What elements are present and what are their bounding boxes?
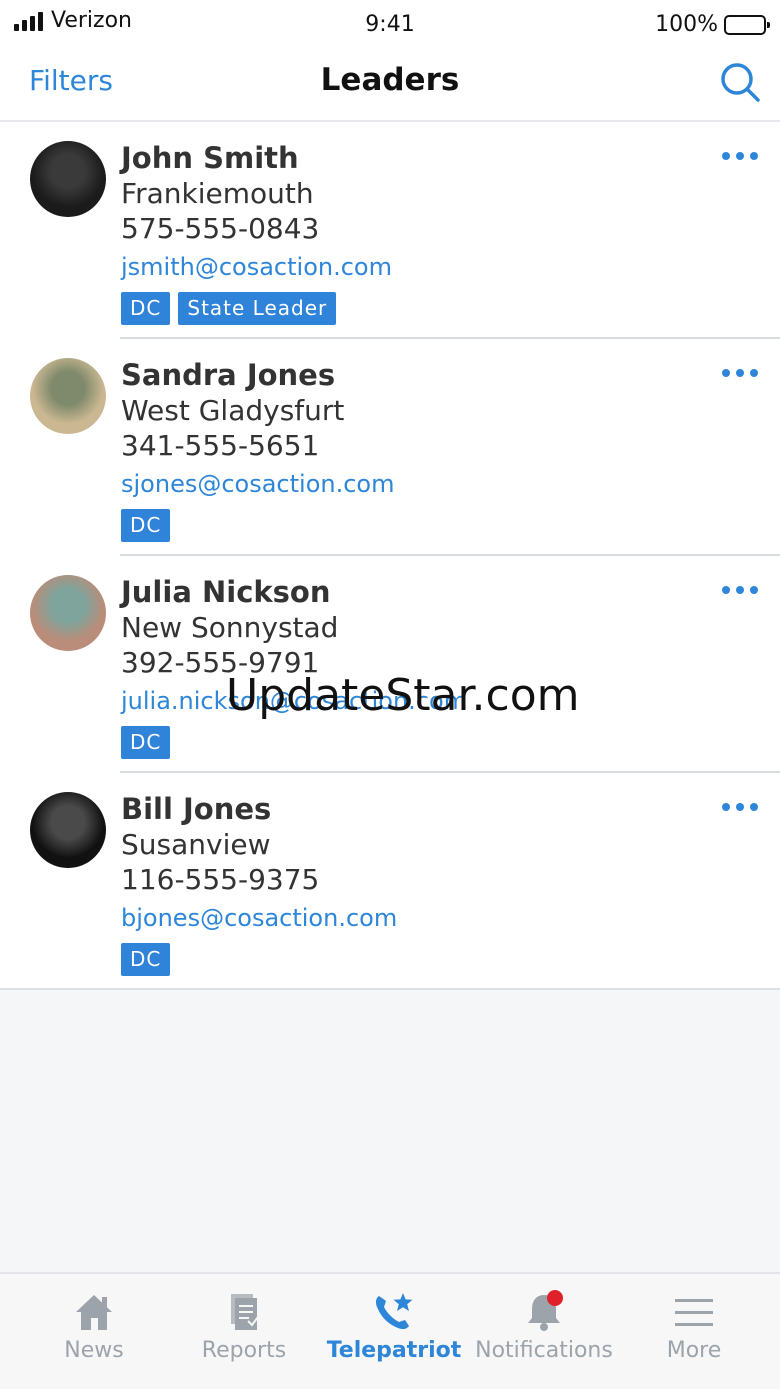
leader-name: Bill Jones [121, 792, 272, 826]
badge-group: DC [121, 943, 397, 976]
filters-button[interactable]: Filters [29, 64, 113, 97]
avatar [30, 575, 106, 651]
status-bar: Verizon 9:41 100% [0, 0, 780, 50]
tab-reports[interactable]: Reports [166, 1274, 322, 1389]
role-badge: DC [121, 943, 171, 976]
leader-email-link[interactable]: sjones@cosaction.com [121, 464, 394, 504]
leader-item[interactable]: John Smith Frankiemouth 575-555-0843 jsm… [0, 122, 780, 339]
more-options-icon[interactable] [722, 797, 758, 817]
battery-icon [724, 14, 770, 35]
leader-city: New Sonnystad [121, 611, 339, 644]
menu-icon [671, 1290, 717, 1334]
leader-email-link[interactable]: julia.nickson@cosaction.com [121, 681, 467, 721]
battery-percent: 100% [655, 12, 718, 37]
more-options-icon[interactable] [722, 363, 758, 383]
role-badge: DC [121, 292, 171, 325]
leader-phone: 116-555-9375 [121, 863, 320, 896]
leader-item[interactable]: Julia Nickson New Sonnystad 392-555-9791… [0, 556, 780, 773]
tab-news[interactable]: News [16, 1274, 172, 1389]
nav-bar: Filters Leaders [0, 50, 780, 122]
leader-phone: 575-555-0843 [121, 212, 320, 245]
battery-status: 100% [655, 12, 770, 37]
phone-star-icon [371, 1290, 417, 1334]
tab-more[interactable]: More [616, 1274, 772, 1389]
more-options-icon[interactable] [722, 580, 758, 600]
report-icon [221, 1290, 267, 1334]
tab-label: News [64, 1338, 124, 1363]
tab-bar: News Reports Telepatriot Notifications M… [0, 1272, 780, 1389]
leader-email-link[interactable]: bjones@cosaction.com [121, 898, 397, 938]
leader-city: West Gladysfurt [121, 394, 345, 427]
tab-label: Reports [201, 1338, 287, 1363]
search-icon[interactable] [718, 60, 762, 104]
badge-group: DC [121, 726, 467, 759]
avatar [30, 358, 106, 434]
leader-name: Julia Nickson [121, 575, 331, 609]
leader-item[interactable]: Sandra Jones West Gladysfurt 341-555-565… [0, 339, 780, 556]
tab-telepatriot[interactable]: Telepatriot [316, 1274, 472, 1389]
leader-name: Sandra Jones [121, 358, 336, 392]
badge-group: DC State Leader [121, 292, 392, 325]
tab-label: Telepatriot [326, 1338, 462, 1363]
tab-label: More [666, 1338, 722, 1363]
tab-notifications[interactable]: Notifications [466, 1274, 622, 1389]
leader-phone: 341-555-5651 [121, 429, 320, 462]
leader-list: John Smith Frankiemouth 575-555-0843 jsm… [0, 122, 780, 990]
tab-label: Notifications [475, 1338, 613, 1363]
leader-phone: 392-555-9791 [121, 646, 320, 679]
leader-city: Frankiemouth [121, 177, 314, 210]
leader-info: Julia Nickson New Sonnystad 392-555-9791… [121, 574, 467, 759]
page-title: Leaders [320, 62, 460, 98]
leader-email-link[interactable]: jsmith@cosaction.com [121, 247, 392, 287]
bell-icon [521, 1290, 567, 1334]
role-badge: State Leader [178, 292, 337, 325]
leader-item[interactable]: Bill Jones Susanview 116-555-9375 bjones… [0, 773, 780, 988]
leader-name: John Smith [121, 141, 299, 175]
badge-group: DC [121, 509, 394, 542]
leader-info: John Smith Frankiemouth 575-555-0843 jsm… [121, 140, 392, 325]
role-badge: DC [121, 726, 171, 759]
leader-info: Bill Jones Susanview 116-555-9375 bjones… [121, 791, 397, 976]
leader-info: Sandra Jones West Gladysfurt 341-555-565… [121, 357, 394, 542]
avatar [30, 141, 106, 217]
leader-city: Susanview [121, 828, 271, 861]
more-options-icon[interactable] [722, 146, 758, 166]
role-badge: DC [121, 509, 171, 542]
house-icon [71, 1290, 117, 1334]
avatar [30, 792, 106, 868]
